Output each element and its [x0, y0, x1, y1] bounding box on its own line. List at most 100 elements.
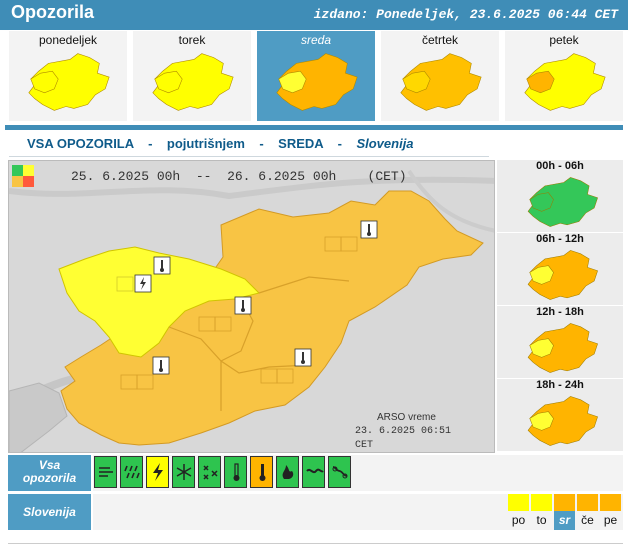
- thermometer-icon: [360, 220, 378, 239]
- subtitle-dash: -: [148, 136, 153, 151]
- thermometer-icon: [153, 256, 171, 275]
- wind-icon: [99, 467, 113, 477]
- time-slot-label: 18h - 24h: [536, 379, 584, 391]
- thermometer-icon: [234, 296, 252, 315]
- ice-icon: [203, 465, 218, 480]
- tab-day-label: torek: [178, 33, 206, 47]
- week-day-swatch: [554, 494, 575, 511]
- thunderstorm-icon: [153, 463, 163, 481]
- range-separator: --: [195, 169, 212, 184]
- tab-day-label: četrtek: [421, 33, 458, 47]
- legend-color-squares: [12, 165, 34, 187]
- tab-day-3[interactable]: četrtek: [381, 31, 499, 121]
- tab-day-1[interactable]: torek: [133, 31, 251, 121]
- tab-day-label: ponedeljek: [38, 33, 98, 47]
- footer-rule: [8, 543, 623, 544]
- section-divider: [5, 125, 623, 130]
- time-slot-12-18[interactable]: 12h - 18h: [497, 306, 623, 378]
- legend-orange: [12, 176, 23, 187]
- tab-day-label: petek: [549, 33, 579, 47]
- high-temperature-icon: [259, 464, 266, 481]
- tab-day-0[interactable]: ponedeljek: [9, 31, 127, 121]
- thumbnail-map: [28, 53, 110, 111]
- lightning-icon: [134, 274, 152, 293]
- thumbnail-map: [527, 396, 598, 446]
- week-day-swatch: [531, 494, 552, 511]
- week-day-to[interactable]: to: [531, 494, 552, 530]
- region-label[interactable]: Slovenija: [8, 494, 91, 530]
- subtitle-dash: -: [259, 136, 264, 151]
- header-bar: Opozorila izdano: Ponedeljek, 23.6.2025 …: [0, 0, 628, 30]
- thumbnail-map: [276, 53, 358, 111]
- type-high-temperature-button[interactable]: [250, 456, 273, 488]
- legend-red: [23, 176, 34, 187]
- type-wind-button[interactable]: [94, 456, 117, 488]
- type-thunderstorm-button[interactable]: [146, 456, 169, 488]
- fog-icon: [306, 468, 324, 474]
- rain-icon: [124, 465, 140, 479]
- thumbnail-map: [527, 323, 598, 373]
- type-ice-button[interactable]: [198, 456, 221, 488]
- time-to: 00h: [312, 169, 337, 184]
- coastal-icon: [332, 466, 348, 479]
- fire-risk-icon: [282, 465, 294, 479]
- time-slot-18-24[interactable]: 18h - 24h: [497, 379, 623, 451]
- subtitle-all-warnings: VSA OPOZORILA: [27, 136, 134, 151]
- week-day-sr[interactable]: sr: [554, 494, 575, 530]
- week-day-label: to: [536, 513, 547, 527]
- date-from: 25. 6.2025: [71, 169, 150, 184]
- week-day-label: po: [511, 513, 526, 527]
- thumbnail-map: [527, 250, 598, 300]
- week-day-label: če: [581, 513, 594, 527]
- type-fire-risk-button[interactable]: [276, 456, 299, 488]
- week-day-swatch: [577, 494, 598, 511]
- week-day-ce[interactable]: če: [577, 494, 598, 530]
- data-source: ARSO vreme 23. 6.2025 06:51 CET: [355, 411, 465, 452]
- all-warnings-label[interactable]: Vsa opozorila: [8, 455, 91, 491]
- subtitle-rule: [9, 156, 489, 157]
- subtitle-weekday: SREDA: [278, 136, 324, 151]
- timezone: (CET): [367, 169, 407, 184]
- time-slot-00-06[interactable]: 00h - 06h: [497, 160, 623, 232]
- week-day-swatch: [508, 494, 529, 511]
- thermometer-icon: [152, 356, 170, 375]
- thumbnail-map: [524, 53, 606, 111]
- legend-green: [12, 165, 23, 176]
- legend-yellow: [23, 165, 34, 176]
- time-slot-label: 12h - 18h: [536, 306, 584, 318]
- type-snow-button[interactable]: [172, 456, 195, 488]
- week-day-po[interactable]: po: [508, 494, 529, 530]
- tab-day-2[interactable]: sreda: [257, 31, 375, 121]
- thumbnail-map: [527, 177, 598, 227]
- thumbnail-map: [152, 53, 234, 111]
- page-title: Opozorila: [11, 2, 95, 22]
- warning-map[interactable]: 25. 6.2025 00h -- 26. 6.2025 00h (CET) A…: [8, 160, 495, 453]
- time-slot-06-12[interactable]: 06h - 12h: [497, 233, 623, 305]
- source-name: ARSO vreme: [377, 412, 436, 423]
- week-day-pe[interactable]: pe: [600, 494, 621, 530]
- snow-icon: [176, 464, 192, 480]
- all-warnings-label-line2: opozorila: [22, 471, 77, 485]
- slovenia-map-svg: [9, 169, 494, 452]
- low-temperature-icon: [233, 463, 240, 481]
- time-slot-label: 06h - 12h: [536, 233, 584, 245]
- week-day-label: pe: [603, 513, 618, 527]
- subtitle-region: Slovenija: [356, 136, 414, 151]
- week-day-swatch: [600, 494, 621, 511]
- subtitle-dash: -: [337, 136, 342, 151]
- type-fog-button[interactable]: [302, 456, 325, 488]
- source-timestamp: 23. 6.2025 06:51 CET: [355, 426, 452, 451]
- warnings-subtitle: VSA OPOZORILA - pojutrišnjem - SREDA - S…: [27, 136, 414, 151]
- tab-day-label: sreda: [300, 33, 332, 47]
- day-tabs: ponedeljek torek sreda četrtek petek: [9, 31, 623, 121]
- type-coastal-button[interactable]: [328, 456, 351, 488]
- thermometer-icon: [294, 348, 312, 367]
- validity-period: 25. 6.2025 00h -- 26. 6.2025 00h (CET): [71, 169, 407, 184]
- type-low-temperature-button[interactable]: [224, 456, 247, 488]
- week-overview: po to sr če pe: [508, 494, 624, 530]
- thumbnail-map: [400, 53, 482, 111]
- date-to: 26. 6.2025: [227, 169, 306, 184]
- tab-day-4[interactable]: petek: [505, 31, 623, 121]
- week-day-label: sr: [554, 511, 575, 530]
- type-rain-button[interactable]: [120, 456, 143, 488]
